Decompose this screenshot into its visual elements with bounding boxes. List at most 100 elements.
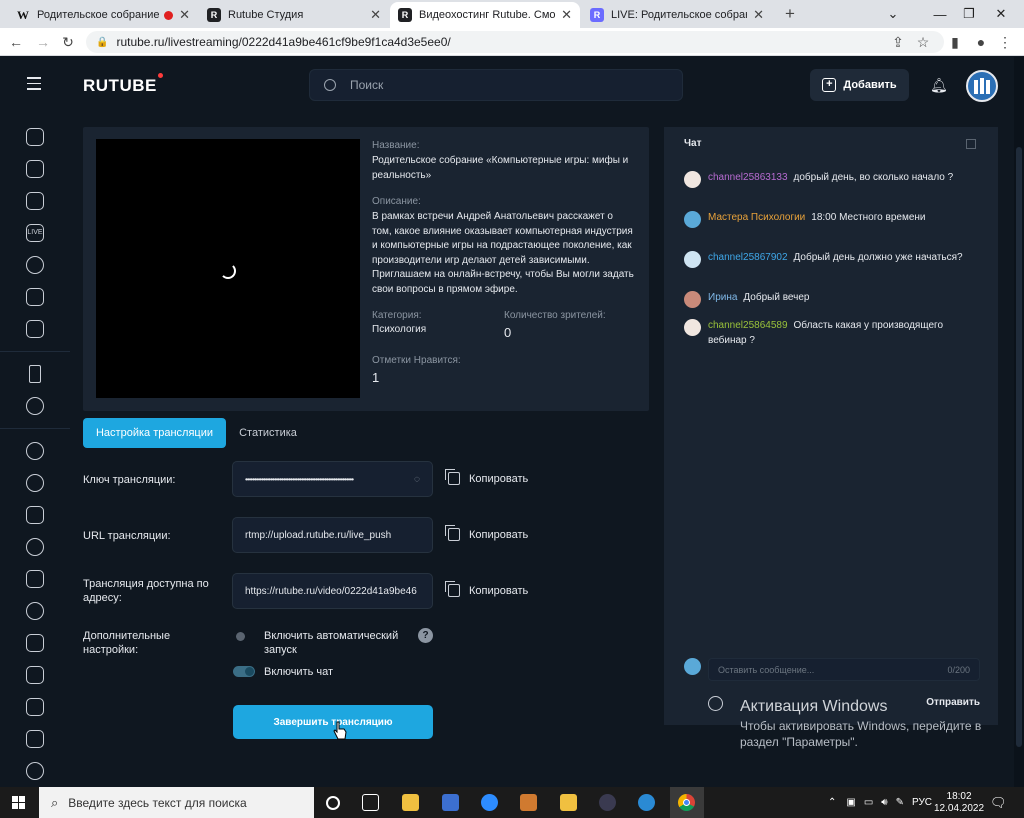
chat-toggle[interactable] [233,666,255,677]
add-button[interactable]: + Добавить [810,69,909,101]
people-icon[interactable] [26,570,44,588]
edge-icon[interactable] [638,794,655,811]
task-view-icon[interactable] [362,794,379,811]
address-bar[interactable]: 🔒 rutube.ru/livestreaming/0222d41a9be461… [86,31,944,53]
live-icon[interactable]: LIVE [26,224,44,242]
copy-address-button[interactable]: Копировать [445,581,528,597]
chat-username[interactable]: Мастера Психологии [708,212,805,223]
shorts-icon[interactable] [26,256,44,274]
zoom-icon[interactable] [481,794,498,811]
file-explorer-icon[interactable] [560,794,577,811]
browser-tab-rutube-hosting[interactable]: R Видеохостинг Rutube. Смотрите ✕ [390,2,580,28]
chat-username[interactable]: channel25867902 [708,252,788,263]
chat-message-text: channel25864589 Область какая у производя… [708,319,984,348]
likes-label: Отметки Нравится: [372,355,461,366]
bookmark-icon[interactable] [29,365,41,383]
close-tab-icon[interactable]: ✕ [370,7,381,23]
subscriptions-icon[interactable] [26,192,44,210]
video-icon[interactable] [26,634,44,652]
volume-icon[interactable]: 🔊︎ [881,797,887,808]
more-icon[interactable] [26,762,44,780]
rutube-favicon-icon: R [590,8,604,22]
back-icon[interactable]: ← [6,32,26,52]
library-icon[interactable] [26,320,44,338]
chrome-taskbar-button[interactable] [670,787,704,818]
browser-tab-rutube-studio[interactable]: R Rutube Студия ✕ [199,2,389,28]
name-label: Название: [372,140,420,151]
hand-cursor-icon [333,721,347,740]
stream-key-field[interactable]: ••••••••••••••••••••••••••••••••••••••••… [232,461,433,497]
browser-menu-icon[interactable]: ⋮ [995,32,1015,52]
copy-key-button[interactable]: Копировать [445,469,529,485]
browser-tab-live[interactable]: R LIVE: Родительское собрание «К ✕ [582,2,772,28]
chat-username[interactable]: channel25863133 [708,172,788,183]
podcast-icon[interactable] [26,698,44,716]
stream-key-value: ••••••••••••••••••••••••••••••••••••••••… [245,474,354,484]
close-tab-icon[interactable]: ✕ [179,7,190,23]
taskbar-search-input[interactable]: ⌕ Введите здесь текст для поиска [39,787,314,818]
copy-icon [445,469,460,485]
music-icon[interactable] [26,666,44,684]
stream-url-value: rtmp://upload.rutube.ru/live_push [245,529,392,541]
obs-icon[interactable] [599,794,616,811]
stream-url-field[interactable]: rtmp://upload.rutube.ru/live_push [232,517,433,553]
close-tab-icon[interactable]: ✕ [561,7,572,23]
kids-icon[interactable] [26,730,44,748]
game-app-icon[interactable] [520,794,537,811]
tab-statistics[interactable]: Статистика [230,418,306,448]
video-player[interactable] [96,139,360,398]
chat-username[interactable]: channel25864589 [708,320,788,331]
avatar[interactable] [966,70,998,102]
trending-icon[interactable] [26,160,44,178]
search-input[interactable]: Поиск [309,69,683,101]
description-value: В рамках встречи Андрей Анатольевич расс… [372,211,634,295]
extra-settings-label: Дополнительные настройки: [83,630,171,656]
browser-tab-wikipedia[interactable]: W Родительское собрание «К ✕ [8,2,198,28]
reload-icon[interactable]: ↻ [58,32,78,52]
autostart-toggle[interactable] [236,632,245,641]
close-window-icon[interactable]: ✕ [978,0,1024,28]
copy-label: Копировать [469,472,529,485]
copy-url-button[interactable]: Копировать [445,525,528,541]
humor-icon[interactable] [26,506,44,524]
chat-text: добрый день, во сколько начало ? [793,172,954,183]
page-scrollbar[interactable] [1014,57,1024,787]
network-icon[interactable]: ▭ [864,797,873,808]
close-tab-icon[interactable]: ✕ [753,7,764,23]
shield-icon[interactable] [26,538,44,556]
games-icon[interactable] [26,288,44,306]
notifications-icon[interactable]: 🗨︎ [990,787,1007,818]
home-icon[interactable] [26,128,44,146]
save-app-icon[interactable] [442,794,459,811]
forward-icon[interactable]: → [33,32,53,52]
language-indicator[interactable]: РУС [912,797,932,808]
sport-icon[interactable] [26,474,44,492]
cortana-icon[interactable] [326,796,340,810]
emoji-icon[interactable] [708,696,723,711]
input-method-icon[interactable]: ✎ [896,797,904,808]
share-icon[interactable]: ⇪ [888,32,908,52]
tab-search-icon[interactable]: ⌄ [870,0,916,28]
bell-icon[interactable]: 🔔︎ [930,77,948,94]
eye-off-icon[interactable]: ◌ [414,474,420,485]
bookmark-star-icon[interactable]: ☆ [913,32,933,52]
broadcast-icon[interactable] [26,602,44,620]
history-icon[interactable] [26,397,44,415]
rutube-logo[interactable]: RUTUBE [83,73,163,96]
heart-icon[interactable] [26,442,44,460]
store-icon[interactable] [402,794,419,811]
stream-address-field[interactable]: https://rutube.ru/video/0222d41a9be46 [232,573,433,609]
windows-start-icon[interactable] [12,796,25,809]
chat-message-input[interactable]: Оставить сообщение... 0/200 [708,658,980,681]
new-tab-button[interactable]: + [780,4,800,24]
tray-app-icon[interactable]: ▣ [846,797,855,808]
chat-username[interactable]: Ирина [708,292,737,303]
tray-chevron-up-icon[interactable]: ⌃ [828,797,836,808]
profile-icon[interactable]: ● [971,32,991,52]
side-panel-icon[interactable]: ▮ [945,32,965,52]
hamburger-menu-icon[interactable] [27,77,41,90]
help-icon[interactable]: ? [418,628,433,643]
tab-stream-settings[interactable]: Настройка трансляции [83,418,226,448]
popout-icon[interactable] [966,139,976,149]
clock[interactable]: 18:02 12.04.2022 [934,787,984,818]
